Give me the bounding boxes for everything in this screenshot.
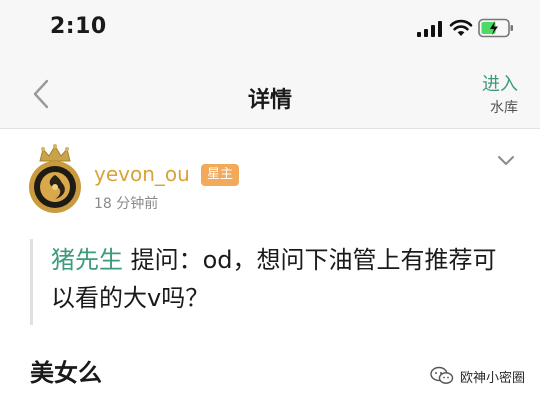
avatar[interactable] xyxy=(26,143,84,215)
enter-group-button[interactable]: 进入 水库 xyxy=(458,74,518,118)
post-card: yevon_ou 星主 18 分钟前 猪先生 提问：od，想问下油管上有推荐可以… xyxy=(0,129,540,400)
cellular-signal-icon xyxy=(417,21,442,37)
asker-name[interactable]: 猪先生 xyxy=(51,246,123,274)
battery-charging-icon xyxy=(478,18,513,38)
owner-badge: 星主 xyxy=(201,164,240,186)
group-name: 水库 xyxy=(490,100,518,116)
status-bar: 2:10 xyxy=(0,0,540,56)
chevron-down-icon[interactable] xyxy=(497,155,515,167)
username[interactable]: yevon_ou xyxy=(94,162,190,186)
wechat-icon xyxy=(430,366,454,384)
watermark-text: 欧神小密圈 xyxy=(460,370,526,386)
question-text: 猪先生 提问：od，想问下油管上有推荐可以看的大v吗？ xyxy=(51,241,510,317)
comment-text: 美女么 xyxy=(30,359,102,387)
watermark: 欧神小密圈 xyxy=(430,362,525,390)
post-time: 18 分钟前 xyxy=(94,196,159,212)
enter-label: 进入 xyxy=(482,74,518,95)
nav-bar: 详情 进入 水库 xyxy=(0,56,540,129)
question-quote: 猪先生 提问：od，想问下油管上有推荐可以看的大v吗？ xyxy=(30,239,510,325)
status-time: 2:10 xyxy=(50,14,107,39)
wifi-icon xyxy=(449,19,473,36)
